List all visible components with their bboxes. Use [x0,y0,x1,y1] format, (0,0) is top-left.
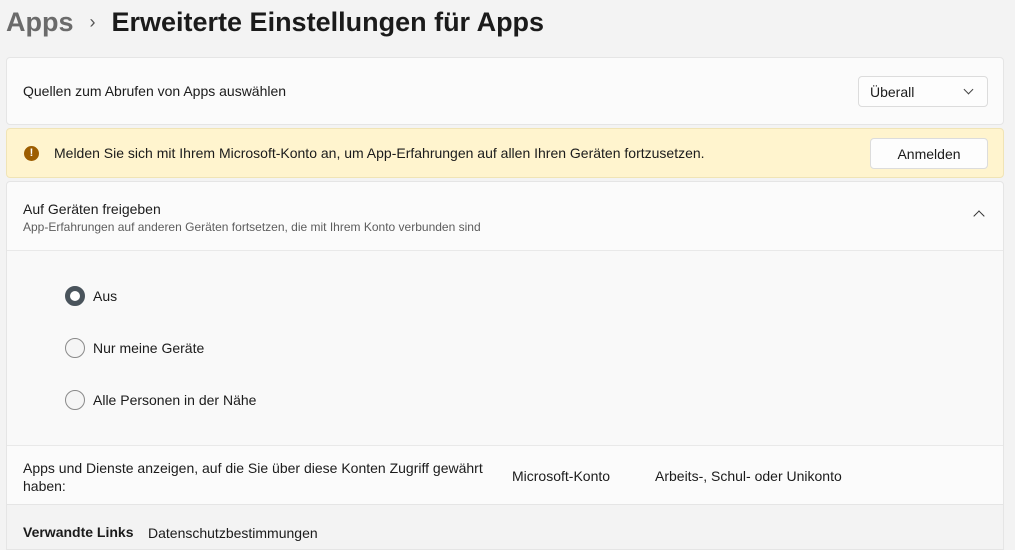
share-across-devices-title: Auf Geräten freigeben [23,201,161,217]
radio-label: Aus [93,288,118,304]
microsoft-account-link[interactable]: Microsoft-Konto [512,468,610,484]
radio-option-off[interactable]: Aus [65,286,117,306]
radio-option-everyone-nearby[interactable]: Alle Personen in der Nähe [65,390,256,410]
radio-button[interactable] [65,390,85,410]
related-links: Verwandte Links Datenschutzbestimmungen [7,505,1003,549]
share-across-devices-expander: Auf Geräten freigeben App-Erfahrungen au… [6,181,1004,550]
app-source-dropdown[interactable]: Überall [858,76,988,107]
share-across-devices-header[interactable]: Auf Geräten freigeben App-Erfahrungen au… [7,182,1003,251]
related-links-title: Verwandte Links [23,524,134,540]
signin-button[interactable]: Anmelden [870,138,988,169]
app-source-label: Quellen zum Abrufen von Apps auswählen [23,83,287,99]
signin-warning-text: Melden Sie sich mit Ihrem Microsoft-Kont… [54,145,705,161]
account-access-row: Apps und Dienste anzeigen, auf die Sie ü… [7,446,1003,505]
app-source-setting: Quellen zum Abrufen von Apps auswählen Ü… [6,57,1004,125]
chevron-right-icon: › [89,11,96,32]
chevron-down-icon [963,84,974,95]
share-across-devices-subtitle: App-Erfahrungen auf anderen Geräten fort… [23,220,481,234]
radio-label: Nur meine Geräte [93,340,205,356]
account-access-label: Apps und Dienste anzeigen, auf die Sie ü… [23,460,483,494]
work-school-account-link[interactable]: Arbeits-, Schul- oder Unikonto [655,468,842,484]
app-source-selected: Überall [870,83,915,100]
warning-icon: ! [24,145,39,161]
privacy-policy-link[interactable]: Datenschutzbestimmungen [148,525,318,541]
share-options: Aus Nur meine Geräte Alle Personen in de… [7,251,1003,446]
page-title: Erweiterte Einstellungen für Apps [111,6,545,37]
breadcrumb-apps-link[interactable]: Apps [6,7,74,38]
radio-button-checked[interactable] [65,286,85,306]
breadcrumb: Apps › Erweiterte Einstellungen für Apps [6,2,544,42]
radio-option-my-devices[interactable]: Nur meine Geräte [65,338,204,358]
radio-label: Alle Personen in der Nähe [93,392,257,408]
radio-button[interactable] [65,338,85,358]
signin-warning-banner: ! Melden Sie sich mit Ihrem Microsoft-Ko… [6,128,1004,178]
chevron-up-icon[interactable] [973,210,985,222]
